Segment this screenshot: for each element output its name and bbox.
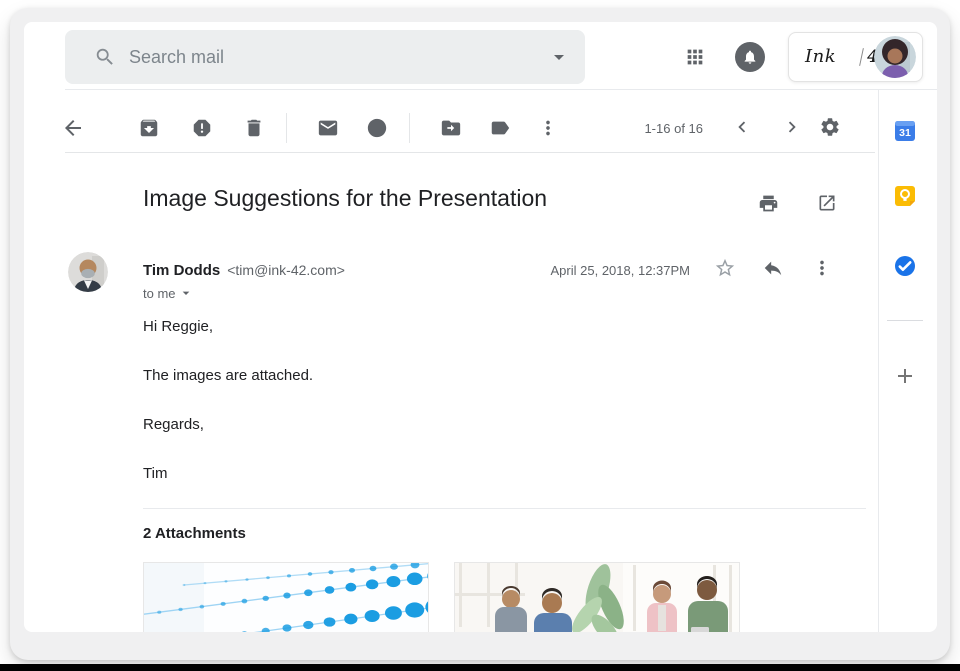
body-line: The images are attached. (143, 367, 313, 384)
back-arrow-icon[interactable] (60, 115, 86, 141)
sender-email: <tim@ink-42.com> (227, 262, 345, 278)
email-date: April 25, 2018, 12:37PM (470, 263, 690, 278)
sender-line: Tim Dodds <tim@ink-42.com> (143, 262, 345, 280)
office-meeting-photo (455, 563, 739, 632)
mark-unread-icon[interactable] (316, 116, 340, 140)
tasks-icon[interactable] (893, 254, 917, 278)
user-avatar[interactable] (874, 36, 916, 78)
body-line: Regards, (143, 416, 204, 433)
add-addon-plus-icon[interactable] (893, 364, 917, 388)
open-in-new-icon[interactable] (815, 191, 839, 215)
attachments-heading: 2 Attachments (143, 525, 246, 542)
keep-notes-icon[interactable] (893, 184, 917, 208)
more-options-icon[interactable] (536, 116, 560, 140)
search-input[interactable]: Search mail (65, 30, 585, 84)
attachment-thumbnail-photo[interactable] (454, 562, 740, 632)
toolbar-bottom-divider (65, 152, 875, 153)
search-icon (93, 45, 117, 69)
side-panel-divider (878, 90, 879, 632)
report-spam-icon[interactable] (190, 116, 214, 140)
recipient-label: to me (143, 286, 176, 301)
brand-logo-divider (859, 48, 864, 66)
delete-icon[interactable] (242, 116, 266, 140)
search-options-chevron-icon[interactable] (547, 45, 571, 69)
expand-details-chevron-icon (178, 285, 194, 301)
brand-logo: Ink (805, 33, 836, 81)
move-to-icon[interactable] (439, 116, 463, 140)
print-icon[interactable] (756, 191, 780, 215)
notifications-bell-icon[interactable] (735, 42, 765, 72)
body-line: Hi Reggie, (143, 318, 213, 335)
apps-grid-icon[interactable] (683, 45, 707, 69)
account-logo-card[interactable]: Ink 42 (788, 32, 923, 82)
blue-dots-graphic (144, 563, 428, 632)
sender-avatar (68, 252, 108, 292)
settings-gear-icon[interactable] (818, 115, 842, 139)
attachments-divider (143, 508, 866, 509)
toolbar-divider (409, 113, 410, 143)
sender-name: Tim Dodds (143, 262, 220, 279)
reply-icon[interactable] (761, 256, 785, 280)
header-divider (65, 89, 937, 90)
pagination-range: 1-16 of 16 (583, 121, 703, 136)
search-placeholder: Search mail (129, 30, 224, 84)
star-icon[interactable] (713, 256, 737, 280)
side-panel-separator (887, 320, 923, 321)
archive-icon[interactable] (137, 116, 161, 140)
recipient-expander[interactable]: to me (143, 285, 194, 301)
toolbar-divider (286, 113, 287, 143)
message-more-icon[interactable] (810, 256, 834, 280)
bottom-edge-bar (0, 664, 960, 671)
body-line: Tim (143, 465, 167, 482)
calendar-day-number: 31 (899, 127, 911, 139)
email-subject: Image Suggestions for the Presentation (143, 185, 547, 212)
chevron-left-icon[interactable] (730, 115, 754, 139)
chevron-right-icon[interactable] (780, 115, 804, 139)
attachment-thumbnail-dots[interactable] (143, 562, 429, 632)
mail-window: Search mail Ink 42 (24, 22, 937, 632)
calendar-icon[interactable]: 31 (893, 119, 917, 143)
snooze-clock-icon[interactable] (365, 116, 389, 140)
labels-tag-icon[interactable] (488, 116, 512, 140)
gmail-screenshot: Search mail Ink 42 (0, 0, 960, 671)
